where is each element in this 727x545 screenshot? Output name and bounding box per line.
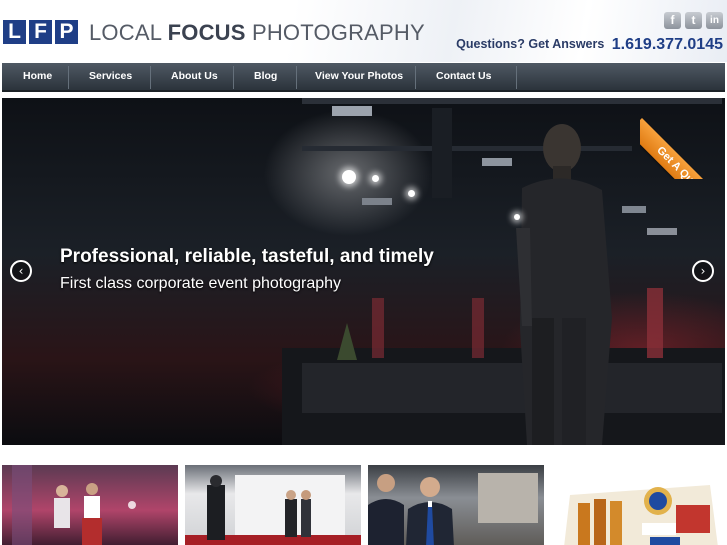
product-thumbnail[interactable] (550, 465, 726, 545)
twitter-icon[interactable]: t (685, 12, 702, 29)
portrait-thumbnail[interactable] (368, 465, 544, 545)
nav-services[interactable]: Services (89, 63, 132, 90)
phone-number[interactable]: 1.619.377.0145 (612, 36, 723, 53)
nav-divider (150, 66, 151, 89)
product-image (564, 485, 718, 545)
brand-name-part-1: LOCAL (89, 20, 168, 45)
questions-text: Questions? Get Answers (456, 37, 605, 51)
nav-divider (415, 66, 416, 89)
nav-divider (68, 66, 69, 89)
hero-image (282, 98, 725, 445)
nav-about-us[interactable]: About Us (171, 63, 218, 90)
red-carpet-thumbnail[interactable] (185, 465, 361, 545)
hero-slider: Professional, reliable, tasteful, and ti… (2, 98, 725, 445)
stage-light (408, 190, 415, 197)
stage-light (514, 214, 520, 220)
hero-subline: First class corporate event photography (60, 275, 342, 292)
red-carpet-image (185, 475, 361, 545)
nav-view-your-photos[interactable]: View Your Photos (315, 63, 403, 90)
nav-home[interactable]: Home (23, 63, 52, 90)
logo-letter-f: F (29, 20, 52, 44)
slider-prev-button[interactable]: ‹ (10, 260, 32, 282)
brand-name-bold: FOCUS (167, 20, 246, 45)
stage-light (342, 170, 356, 184)
slider-next-button[interactable]: › (692, 260, 714, 282)
nav-divider (516, 66, 517, 89)
nav-blog[interactable]: Blog (254, 63, 277, 90)
event-dance-image (12, 465, 136, 545)
main-nav: Home Services About Us Blog View Your Ph… (2, 63, 725, 92)
logo-letter-l: L (3, 20, 26, 44)
get-a-quote-label: Get A Quote (640, 118, 727, 179)
facebook-icon[interactable]: f (664, 12, 681, 29)
nav-divider (296, 66, 297, 89)
stage-light (372, 175, 379, 182)
contact-line: Questions? Get Answers 1.619.377.0145 (456, 36, 723, 54)
portrait-image (368, 473, 538, 545)
logo-letter-p: P (55, 20, 78, 44)
brand-name-part-2: PHOTOGRAPHY (245, 20, 425, 45)
event-dance-thumbnail[interactable] (2, 465, 178, 545)
get-a-quote-ribbon[interactable]: Get A Quote (640, 92, 727, 179)
linkedin-icon[interactable]: in (706, 12, 723, 29)
brand-name: LOCAL FOCUS PHOTOGRAPHY (89, 20, 425, 46)
nav-divider (233, 66, 234, 89)
nav-contact-us[interactable]: Contact Us (436, 63, 491, 90)
hero-headline: Professional, reliable, tasteful, and ti… (60, 246, 434, 267)
